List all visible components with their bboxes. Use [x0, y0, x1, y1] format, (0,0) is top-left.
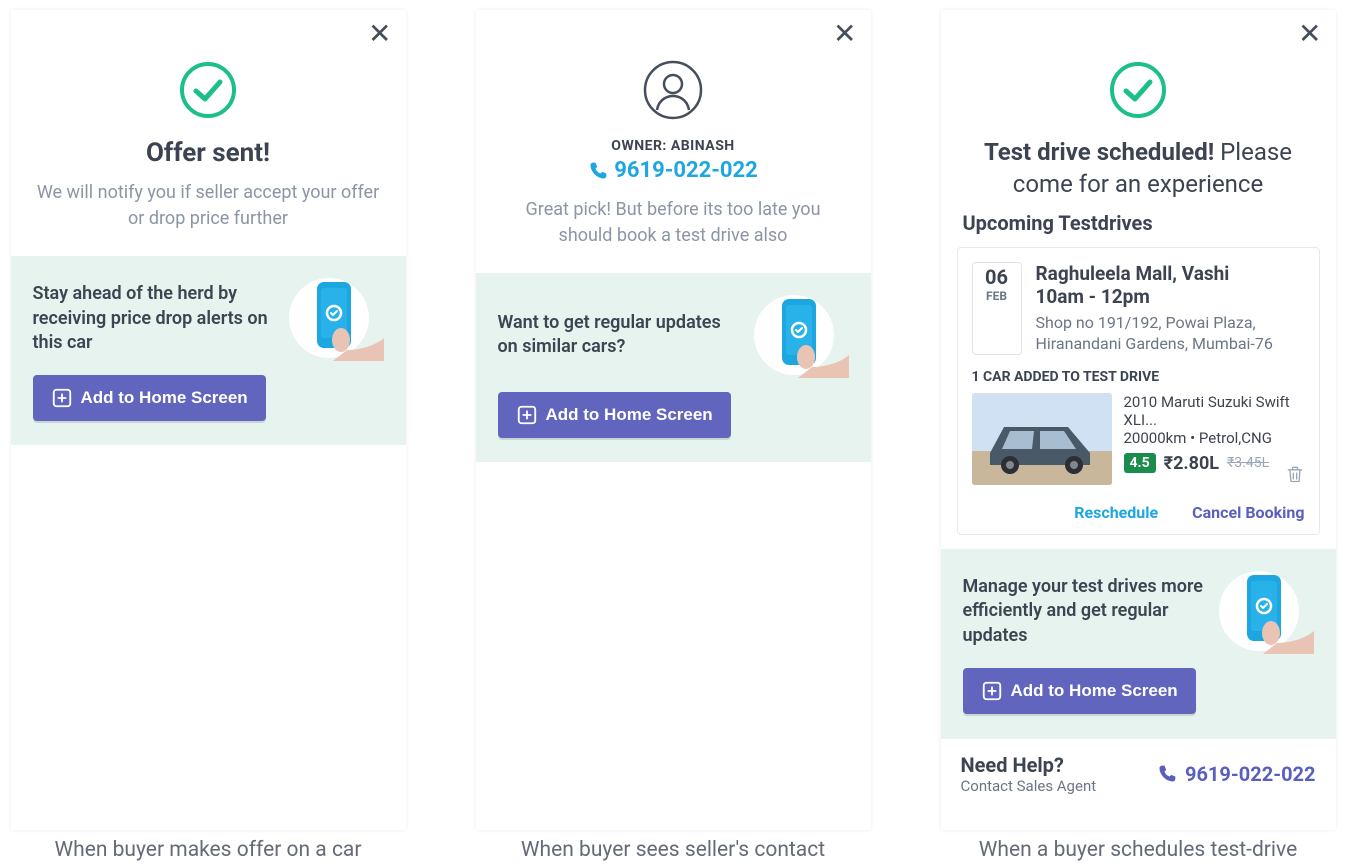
date-day: 06 [975, 267, 1019, 287]
offer-sent-subtitle: We will notify you if seller accept your… [35, 180, 382, 232]
car-list-item: 2010 Maruti Suzuki Swift XLI... 20000km … [972, 393, 1305, 485]
promo-text: Manage your test drives more efficiently… [963, 575, 1209, 648]
add-home-icon [981, 680, 1003, 702]
phone-icon [588, 161, 608, 181]
phone-hand-illustration [754, 293, 849, 378]
add-to-home-label: Add to Home Screen [81, 388, 248, 408]
rating-badge: 4.5 [1124, 453, 1156, 473]
owner-phone-number: 9619-022-022 [614, 158, 758, 183]
offer-sent-screen: ✕ Offer sent! We will notify you if sell… [11, 10, 406, 830]
add-to-home-screen-button[interactable]: Add to Home Screen [498, 392, 731, 438]
add-home-icon [516, 404, 538, 426]
testdrive-title: Test drive scheduled! Please come for an… [965, 136, 1312, 201]
phone-hand-illustration [289, 276, 384, 361]
seller-contact-screen: ✕ OWNER: ABINASH 9619-022-022 Great pick… [476, 10, 871, 830]
owner-phone-link[interactable]: 9619-022-022 [588, 158, 758, 183]
promo-banner: Stay ahead of the herd by receiving pric… [11, 256, 406, 445]
caption-3: When a buyer schedules test-drive [941, 838, 1336, 862]
offer-sent-title: Offer sent! [35, 138, 382, 168]
check-circle-icon [1106, 58, 1170, 122]
date-month: FEB [975, 289, 1019, 303]
add-to-home-screen-button[interactable]: Add to Home Screen [33, 375, 266, 421]
testdrive-address: Shop no 191/192, Powai Plaza, Hiranandan… [1036, 312, 1305, 355]
add-to-home-label: Add to Home Screen [1011, 681, 1178, 701]
trash-icon[interactable] [1285, 463, 1305, 489]
contact-agent-label: Contact Sales Agent [961, 777, 1097, 795]
car-price: ₹2.80L [1164, 453, 1219, 474]
add-to-home-label: Add to Home Screen [546, 405, 713, 425]
upcoming-testdrives-heading: Upcoming Testdrives [941, 211, 1336, 247]
add-to-home-screen-button[interactable]: Add to Home Screen [963, 668, 1196, 714]
reschedule-link[interactable]: Reschedule [1074, 503, 1158, 522]
promo-text: Stay ahead of the herd by receiving pric… [33, 282, 279, 355]
close-icon[interactable]: ✕ [833, 20, 856, 48]
close-icon[interactable]: ✕ [1298, 20, 1321, 48]
car-thumbnail [972, 393, 1112, 485]
help-phone-number: 9619-022-022 [1185, 762, 1316, 786]
help-bar: Need Help? Contact Sales Agent 9619-022-… [941, 738, 1336, 813]
car-price-old: ₹3.45L [1227, 455, 1269, 471]
testdrive-scheduled-screen: ✕ Test drive scheduled! Please come for … [941, 10, 1336, 830]
close-icon[interactable]: ✕ [368, 20, 391, 48]
caption-1: When buyer makes offer on a car [11, 838, 406, 862]
promo-text: Want to get regular updates on similar c… [498, 311, 744, 360]
need-help-label: Need Help? [961, 753, 1097, 777]
help-phone-link[interactable]: 9619-022-022 [1157, 762, 1316, 786]
caption-2: When buyer sees seller's contact [476, 838, 871, 862]
phone-icon [1157, 764, 1177, 784]
testdrive-card: 06 FEB Raghuleela Mall, Vashi 10am - 12p… [957, 247, 1320, 535]
cancel-booking-link[interactable]: Cancel Booking [1192, 503, 1304, 522]
phone-hand-illustration [1219, 569, 1314, 654]
testdrive-time: 10am - 12pm [1036, 285, 1305, 308]
owner-label: OWNER: ABINASH [500, 138, 847, 154]
check-circle-icon [176, 58, 240, 122]
promo-banner: Want to get regular updates on similar c… [476, 273, 871, 462]
car-subtitle: 20000km • Petrol,CNG [1124, 429, 1305, 447]
add-home-icon [51, 387, 73, 409]
date-badge: 06 FEB [972, 262, 1022, 355]
seller-subtitle: Great pick! But before its too late you … [500, 197, 847, 249]
car-title: 2010 Maruti Suzuki Swift XLI... [1124, 393, 1305, 429]
promo-banner: Manage your test drives more efficiently… [941, 549, 1336, 738]
testdrive-location: Raghuleela Mall, Vashi [1036, 262, 1305, 285]
cars-added-count: 1 CAR ADDED TO TEST DRIVE [972, 369, 1305, 385]
person-icon [641, 58, 705, 122]
